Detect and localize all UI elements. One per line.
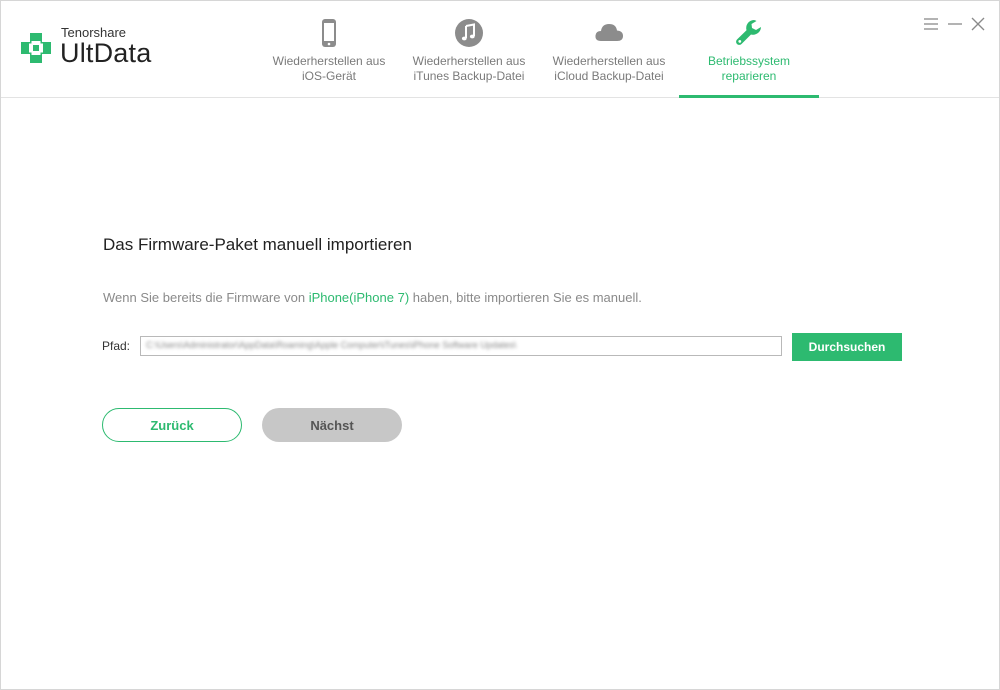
- tab-icloud-label: Wiederherstellen aus iCloud Backup-Datei: [539, 54, 679, 84]
- back-button[interactable]: Zurück: [102, 408, 242, 442]
- close-icon[interactable]: [969, 15, 987, 33]
- cloud-icon: [595, 24, 623, 41]
- menu-icon[interactable]: [922, 15, 940, 33]
- tab-repair-label-line1: Betriebssystem: [707, 54, 791, 68]
- description-prefix: Wenn Sie bereits die Firmware von: [103, 290, 309, 305]
- music-note-icon: [455, 19, 483, 47]
- tab-itunes-backup[interactable]: Wiederherstellen aus iTunes Backup-Datei: [399, 1, 539, 97]
- tab-ios-label: Wiederherstellen aus iOS-Gerät: [259, 54, 399, 84]
- tab-itunes-label-line2: iTunes Backup-Datei: [413, 69, 525, 83]
- description-text: Wenn Sie bereits die Firmware von iPhone…: [103, 290, 642, 305]
- header: Tenorshare UltData Wiederherstellen aus …: [1, 1, 999, 98]
- wrench-icon: [736, 20, 761, 45]
- tab-itunes-label: Wiederherstellen aus iTunes Backup-Datei: [399, 54, 539, 84]
- tab-ios-device[interactable]: Wiederherstellen aus iOS-Gerät: [259, 1, 399, 97]
- path-value: C:\Users\Administrator\AppData\Roaming\A…: [146, 340, 517, 350]
- tab-ios-label-line1: Wiederherstellen aus: [272, 54, 386, 68]
- tab-repair-system[interactable]: Betriebssystem reparieren: [679, 1, 819, 98]
- brand-product-name: UltData: [60, 38, 152, 68]
- phone-icon: [322, 19, 336, 47]
- active-tab-indicator: [679, 95, 819, 98]
- minimize-icon[interactable]: [946, 15, 964, 33]
- page-title: Das Firmware-Paket manuell importieren: [103, 235, 412, 254]
- browse-button[interactable]: Durchsuchen: [792, 333, 902, 361]
- tab-repair-label: Betriebssystem reparieren: [679, 54, 819, 84]
- next-button[interactable]: Nächst: [262, 408, 402, 442]
- path-input[interactable]: C:\Users\Administrator\AppData\Roaming\A…: [140, 336, 782, 356]
- tab-ios-label-line2: iOS-Gerät: [301, 69, 356, 83]
- description-suffix: haben, bitte importieren Sie es manuell.: [409, 290, 642, 305]
- tab-icloud-label-line1: Wiederherstellen aus: [552, 54, 666, 68]
- app-window: Tenorshare UltData Wiederherstellen aus …: [0, 0, 1000, 690]
- tab-itunes-label-line1: Wiederherstellen aus: [412, 54, 526, 68]
- path-label: Pfad:: [102, 339, 131, 353]
- tab-icloud-backup[interactable]: Wiederherstellen aus iCloud Backup-Datei: [539, 1, 679, 97]
- ultdata-logo-icon: [21, 33, 51, 63]
- device-model-highlight: iPhone(iPhone 7): [308, 290, 410, 305]
- tab-icloud-label-line2: iCloud Backup-Datei: [554, 69, 664, 83]
- tab-repair-label-line2: reparieren: [721, 69, 777, 83]
